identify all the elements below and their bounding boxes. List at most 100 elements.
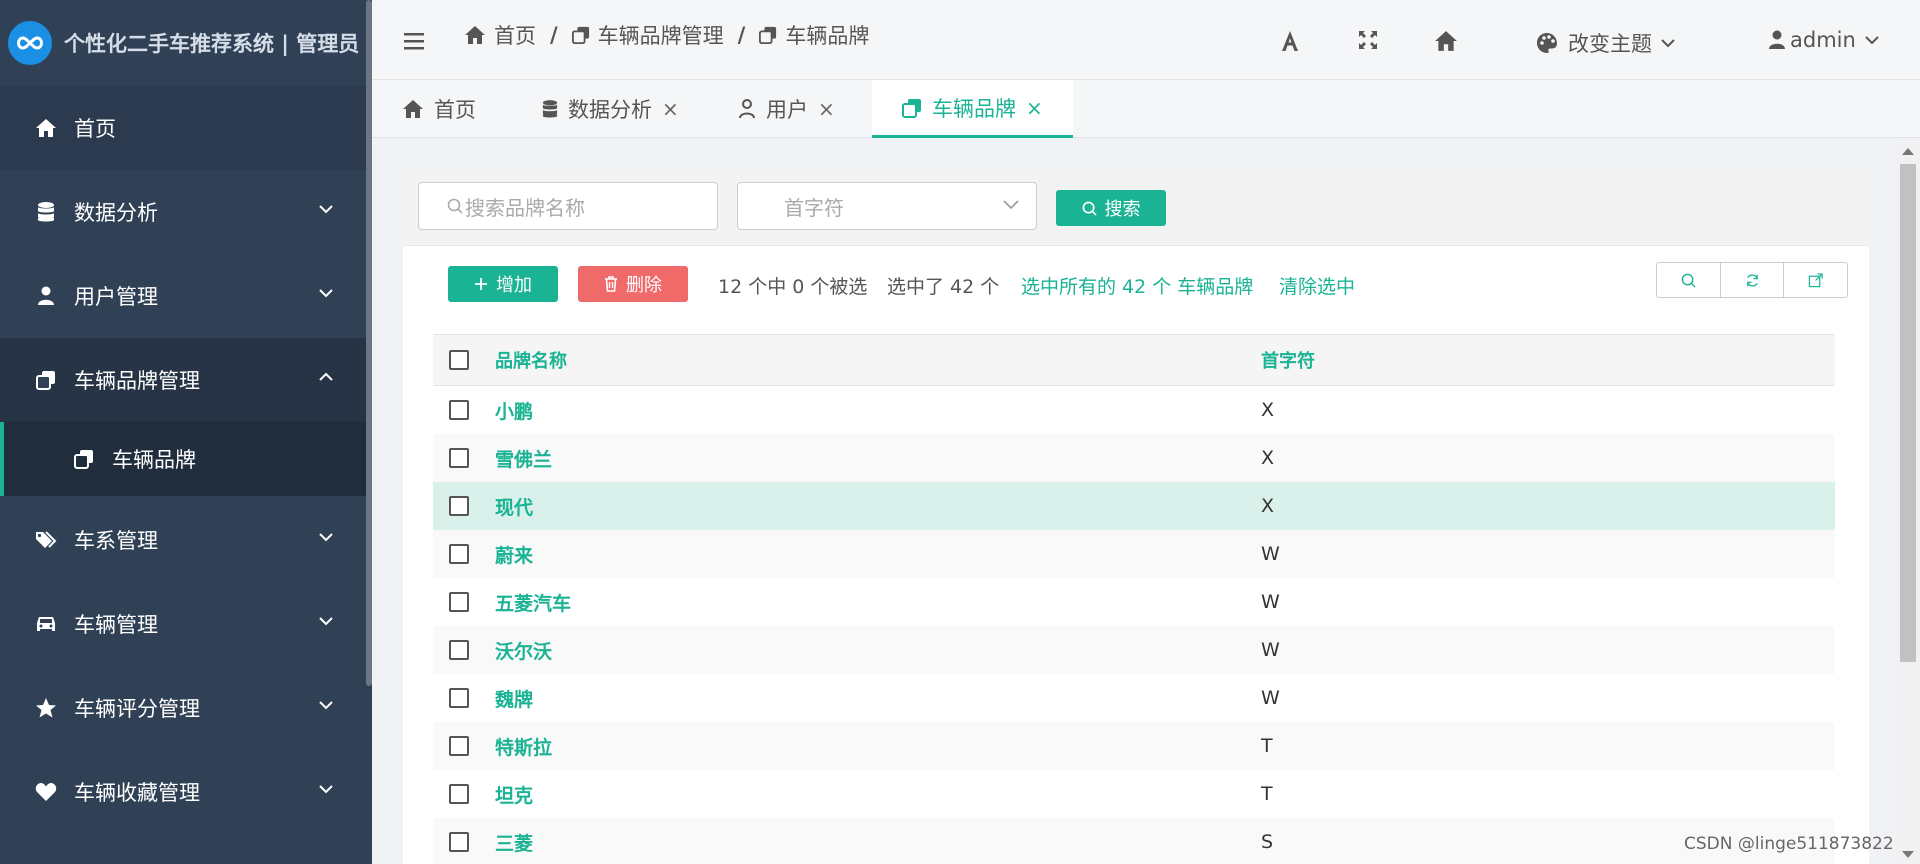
brand-name-link[interactable]: 魏牌: [495, 685, 533, 712]
brand-name-link[interactable]: 沃尔沃: [495, 637, 552, 664]
sidebar-item-label: 车辆收藏管理: [74, 781, 200, 805]
toggle-search-button[interactable]: [1657, 263, 1721, 297]
table-row: 魏牌 W: [433, 674, 1835, 722]
database-icon: [34, 200, 58, 224]
brand-name-link[interactable]: 现代: [495, 493, 533, 520]
heart-icon: [34, 780, 58, 804]
column-header-brand[interactable]: 品牌名称: [495, 347, 567, 373]
column-header-letter[interactable]: 首字符: [1261, 347, 1315, 373]
user-icon: [739, 99, 755, 119]
breadcrumb: 首页 / 车辆品牌管理 / 车辆品牌: [464, 20, 869, 50]
brand-name-link[interactable]: 五菱汽车: [495, 589, 571, 616]
fullscreen-icon[interactable]: [1358, 30, 1378, 50]
breadcrumb-brand-management[interactable]: 车辆品牌管理: [571, 20, 724, 50]
delete-button[interactable]: 删除: [578, 266, 688, 302]
first-letter-cell: T: [1261, 735, 1273, 757]
tab-home[interactable]: 首页: [402, 80, 476, 138]
first-letter-cell: W: [1261, 591, 1280, 613]
first-letter-cell: W: [1261, 543, 1280, 565]
chevron-down-icon: [319, 205, 333, 214]
brand-name-link[interactable]: 三菱: [495, 829, 533, 856]
sidebar-item-home[interactable]: 首页: [0, 86, 372, 170]
row-checkbox[interactable]: [449, 640, 469, 660]
tab-users[interactable]: 用户 ×: [738, 80, 835, 138]
content-scrollbar[interactable]: [1896, 142, 1920, 864]
brand-name-link[interactable]: 特斯拉: [495, 733, 552, 760]
sidebar-item-series-management[interactable]: 车系管理: [0, 498, 372, 582]
tab-vehicle-brand[interactable]: 车辆品牌 ×: [872, 80, 1073, 138]
sidebar-item-label: 车辆评分管理: [74, 697, 200, 721]
select-all-checkbox[interactable]: [449, 350, 469, 370]
table-row: 五菱汽车 W: [433, 578, 1835, 626]
selection-count: 12 个中 0 个被选: [718, 276, 868, 298]
sidebar-item-rating-management[interactable]: 车辆评分管理: [0, 666, 372, 750]
sidebar-item-user-management[interactable]: 用户管理: [0, 254, 372, 338]
tab-close-icon[interactable]: ×: [1026, 96, 1043, 120]
clone-icon: [759, 26, 777, 44]
sidebar-item-vehicle-management[interactable]: 车辆管理: [0, 582, 372, 666]
add-button[interactable]: 增加: [448, 266, 558, 302]
table-header: 品牌名称 首字符: [433, 334, 1835, 386]
scroll-up-arrow-icon[interactable]: [1902, 148, 1914, 155]
sidebar-item-vehicle-brand[interactable]: 车辆品牌: [0, 422, 372, 496]
change-theme-dropdown[interactable]: 改变主题: [1536, 28, 1676, 58]
row-checkbox[interactable]: [449, 592, 469, 612]
sidebar-item-label: 首页: [74, 117, 116, 141]
search-input[interactable]: 搜索品牌名称: [418, 182, 718, 230]
font-size-icon[interactable]: [1280, 30, 1300, 52]
refresh-button[interactable]: [1721, 263, 1785, 297]
search-button[interactable]: 搜索: [1056, 190, 1166, 226]
brand-name-link[interactable]: 小鹏: [495, 397, 533, 424]
sidebar-item-brand-management[interactable]: 车辆品牌管理: [0, 338, 372, 422]
first-letter-cell: X: [1261, 399, 1275, 421]
chevron-down-icon: [319, 533, 333, 542]
row-checkbox[interactable]: [449, 832, 469, 852]
chevron-down-icon: [319, 701, 333, 710]
row-checkbox[interactable]: [449, 544, 469, 564]
sidebar-item-data-analysis[interactable]: 数据分析: [0, 170, 372, 254]
hamburger-menu-icon[interactable]: [404, 32, 424, 50]
first-letter-cell: X: [1261, 447, 1275, 469]
search-placeholder: 搜索品牌名称: [465, 195, 585, 220]
home-icon[interactable]: [1434, 30, 1458, 52]
first-letter-cell: X: [1261, 495, 1275, 517]
home-icon: [403, 100, 423, 118]
user-dropdown[interactable]: admin: [1768, 28, 1880, 52]
first-letter-cell: S: [1261, 831, 1274, 853]
chevron-down-icon: [1865, 36, 1879, 45]
scroll-down-arrow-icon[interactable]: [1902, 851, 1914, 858]
brand-name-link[interactable]: 蔚来: [495, 541, 533, 568]
search-icon: [447, 198, 463, 214]
breadcrumb-home[interactable]: 首页: [464, 20, 536, 50]
brand-list-panel: 搜索品牌名称 首字符 搜索 增加 删除 12 个中 0 个被选 选中了 42 个: [403, 170, 1869, 864]
row-checkbox[interactable]: [449, 496, 469, 516]
row-checkbox[interactable]: [449, 400, 469, 420]
tab-close-icon[interactable]: ×: [818, 97, 835, 121]
breadcrumb-vehicle-brand: 车辆品牌: [759, 20, 869, 50]
tab-close-icon[interactable]: ×: [662, 97, 679, 121]
table-body: 小鹏 X 雪佛兰 X 现代 X 蔚来 W 五菱汽车 W 沃尔沃 W 魏牌 W 特斯拉 T 坦克 T…: [433, 386, 1835, 864]
scrollbar-thumb[interactable]: [1900, 164, 1916, 662]
plus-icon: [475, 278, 487, 290]
clone-icon: [571, 26, 589, 44]
row-checkbox[interactable]: [449, 784, 469, 804]
table-row: 沃尔沃 W: [433, 626, 1835, 674]
delete-button-label: 删除: [626, 275, 662, 296]
sidebar-item-label: 数据分析: [74, 201, 158, 225]
clear-selection-link[interactable]: 清除选中: [1279, 272, 1355, 299]
sidebar-item-favorites-management[interactable]: 车辆收藏管理: [0, 750, 372, 834]
home-icon: [465, 26, 485, 44]
app-title: 个性化二手车推荐系统 | 管理员: [64, 32, 360, 56]
refresh-icon: [1746, 273, 1758, 287]
brand-name-link[interactable]: 坦克: [495, 781, 533, 808]
first-letter-select[interactable]: 首字符: [737, 182, 1037, 230]
tab-data-analysis[interactable]: 数据分析 ×: [542, 80, 679, 138]
user-name: admin: [1790, 28, 1856, 52]
brand-name-link[interactable]: 雪佛兰: [495, 445, 552, 472]
row-checkbox[interactable]: [449, 448, 469, 468]
export-button[interactable]: [1784, 263, 1847, 297]
select-all-link[interactable]: 选中所有的 42 个 车辆品牌: [1021, 272, 1253, 299]
row-checkbox[interactable]: [449, 688, 469, 708]
add-button-label: 增加: [496, 275, 532, 296]
row-checkbox[interactable]: [449, 736, 469, 756]
